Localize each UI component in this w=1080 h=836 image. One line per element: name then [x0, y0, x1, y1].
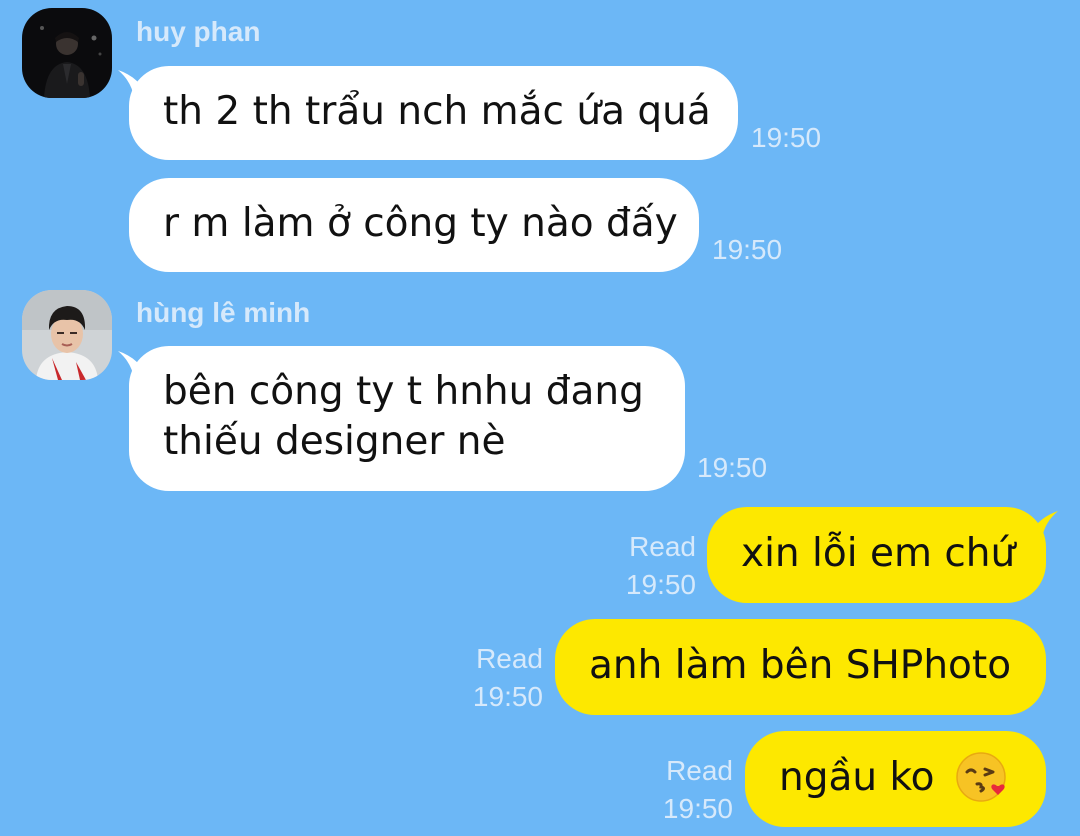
message-time-6: 19:50	[662, 793, 733, 824]
message-text-3-line-1: bên công ty t hnhu đang	[163, 369, 644, 414]
read-status-6: Read	[666, 755, 733, 786]
message-text-5: anh làm bên SHPhoto	[589, 643, 1012, 688]
message-text-1: th 2 th trẩu nch mắc ứa quá	[163, 89, 711, 134]
message-bubble-6[interactable]: ngầu ko	[745, 731, 1046, 827]
read-status-5: Read	[476, 643, 543, 674]
message-time-4: 19:50	[625, 569, 696, 600]
sender-name-hung-le-minh: hùng lê minh	[136, 297, 311, 328]
message-bubble-1[interactable]: th 2 th trẩu nch mắc ứa quá	[129, 66, 738, 160]
message-time-1: 19:50	[751, 122, 822, 153]
sender-name-huy-phan: huy phan	[136, 16, 261, 47]
message-text-6: ngầu ko	[779, 755, 935, 800]
message-time-5: 19:50	[472, 681, 543, 712]
message-time-2: 19:50	[712, 234, 783, 265]
message-bubble-2[interactable]: r m làm ở công ty nào đấy	[129, 178, 699, 272]
message-meta-6: Read 19:50	[663, 752, 733, 828]
message-text-3-line-2: thiếu designer nè	[163, 419, 506, 464]
message-meta-5: Read 19:50	[473, 640, 543, 716]
kissing-face-with-heart-emoji	[956, 751, 1006, 802]
avatar-hung-le-minh[interactable]	[22, 290, 112, 380]
message-text-2: r m làm ở công ty nào đấy	[163, 201, 678, 246]
bubble-tail	[1030, 511, 1058, 539]
message-bubble-3[interactable]: bên công ty t hnhu đang thiếu designer n…	[129, 346, 685, 491]
message-bubble-4[interactable]: xin lỗi em chứ	[707, 507, 1046, 603]
message-text-4: xin lỗi em chứ	[741, 531, 1016, 576]
message-meta-4: Read 19:50	[626, 528, 696, 604]
read-status-4: Read	[629, 531, 696, 562]
message-bubble-5[interactable]: anh làm bên SHPhoto	[555, 619, 1046, 715]
message-time-3: 19:50	[697, 452, 768, 483]
avatar-huy-phan[interactable]	[22, 8, 112, 98]
